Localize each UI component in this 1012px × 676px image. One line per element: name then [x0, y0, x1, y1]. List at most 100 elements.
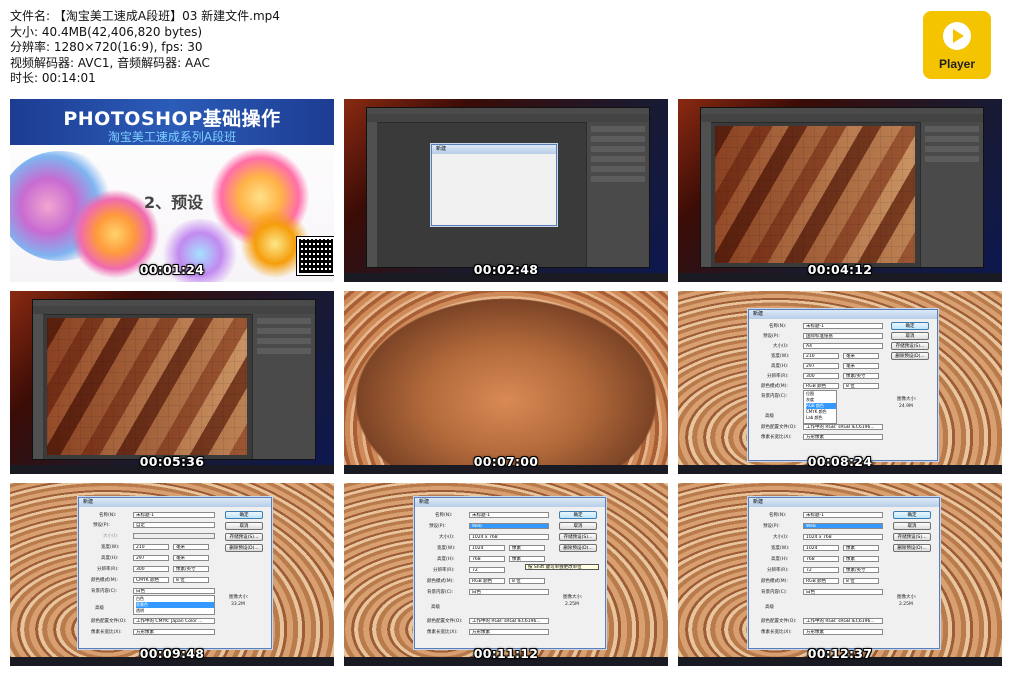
color-mode-select[interactable]: CMYK 颜色 — [133, 577, 169, 583]
cancel-button[interactable]: 取消 — [559, 522, 597, 530]
height-unit[interactable]: 毫米 — [843, 363, 879, 369]
color-mode-select[interactable]: RGB 颜色 — [469, 578, 505, 584]
background-dropdown[interactable]: 白色 背景色 透明 — [133, 595, 215, 615]
ok-button[interactable]: 确定 — [893, 511, 931, 519]
save-preset-button[interactable]: 存储预设(S)... — [559, 533, 597, 541]
size-select[interactable]: 1024 x 768 — [803, 534, 883, 540]
delete-preset-button[interactable]: 删除预设(D)... — [225, 544, 263, 552]
preset-select[interactable]: 自定 — [133, 522, 215, 528]
thumbnail-8[interactable]: 新建 名称(N): 未标题-1 预设(P): Web 大小(I): 1024 x… — [344, 483, 668, 666]
profile-select[interactable]: 工作中的 RGB: sRGB IEC6196... — [803, 618, 883, 624]
width-unit[interactable]: 像素 — [843, 545, 879, 551]
file-info: 文件名: 【淘宝美工速成A段班】03 新建文件.mp4 大小: 40.4MB(4… — [10, 9, 280, 87]
thumbnail-4[interactable]: 00:05:36 — [10, 291, 334, 474]
name-field[interactable]: 未标题-1 — [469, 512, 549, 518]
bit-depth-select[interactable]: 8 位 — [173, 577, 209, 583]
preset-select[interactable]: 国际标准纸张 — [803, 333, 883, 339]
thumbnail-5[interactable]: 00:07:00 — [344, 291, 668, 474]
name-field[interactable]: 未标题-1 — [803, 512, 883, 518]
ok-button[interactable]: 确定 — [891, 322, 929, 330]
color-mode-select[interactable]: RGB 颜色 — [803, 383, 839, 389]
resolution-field[interactable]: 72 — [469, 567, 505, 573]
resolution-field[interactable]: 72 — [803, 567, 839, 573]
width-field[interactable]: 210 — [803, 353, 839, 359]
thumbnail-7[interactable]: 新建 名称(N): 未标题-1 预设(P): 自定 大小(I): 宽度(W): … — [10, 483, 334, 666]
width-unit[interactable]: 毫米 — [173, 544, 209, 550]
height-unit[interactable]: 像素 — [843, 556, 879, 562]
advanced-toggle[interactable]: 高级 — [765, 604, 774, 610]
save-preset-button[interactable]: 存储预设(S)... — [225, 533, 263, 541]
height-field[interactable]: 768 — [469, 556, 505, 562]
save-preset-button[interactable]: 存储预设(S)... — [893, 533, 931, 541]
width-field[interactable]: 1024 — [469, 545, 505, 551]
thumbnail-1[interactable]: PHOTOSHOP基础操作 淘宝美工速成系列A段班 2、预设 00:01:24 — [10, 99, 334, 282]
aspect-label: 像素长宽比(X): — [761, 435, 792, 440]
dropdown-option[interactable]: Lab 颜色 — [806, 415, 836, 421]
aspect-select[interactable]: 方形像素 — [803, 434, 883, 440]
file-size: 大小: 40.4MB(42,406,820 bytes) — [10, 24, 203, 39]
width-unit[interactable]: 毫米 — [843, 353, 879, 359]
save-preset-button[interactable]: 存储预设(S)... — [891, 342, 929, 350]
preset-select[interactable]: Web — [469, 523, 549, 529]
advanced-toggle[interactable]: 高级 — [431, 604, 440, 610]
resolution-field[interactable]: 300 — [133, 566, 169, 572]
image-size-label: 图像大小: — [229, 595, 249, 600]
height-field[interactable]: 768 — [803, 556, 839, 562]
height-unit[interactable]: 毫米 — [173, 555, 209, 561]
resolution-unit[interactable]: 像素/英寸 — [843, 567, 879, 573]
height-unit[interactable]: 像素 — [509, 556, 545, 562]
advanced-toggle[interactable]: 高级 — [765, 413, 774, 419]
bit-depth-select[interactable]: 8 位 — [509, 578, 545, 584]
cancel-button[interactable]: 取消 — [893, 522, 931, 530]
cancel-button[interactable]: 取消 — [891, 332, 929, 340]
resolution-field[interactable]: 300 — [803, 373, 839, 379]
color-mode-select[interactable]: RGB 颜色 — [803, 578, 839, 584]
aspect-select[interactable]: 方形像素 — [469, 629, 549, 635]
background-select[interactable]: 白色 — [133, 588, 215, 594]
thumbnail-9[interactable]: 新建 名称(N): 未标题-1 预设(P): Web 大小(I): 1024 x… — [678, 483, 1002, 666]
width-field[interactable]: 210 — [133, 544, 169, 550]
name-field[interactable]: 未标题-1 — [803, 323, 883, 329]
image-size-label: 图像大小: — [897, 595, 917, 600]
resolution-unit[interactable]: 像素/英寸 — [173, 566, 209, 572]
bit-depth-select[interactable]: 8 位 — [843, 578, 879, 584]
aspect-select[interactable]: 方形像素 — [133, 629, 215, 635]
profile-select[interactable]: 工作中的 RGB: sRGB IEC6196... — [803, 424, 883, 430]
background-select[interactable]: 白色 — [469, 589, 549, 595]
dropdown-option[interactable]: 透明 — [136, 608, 214, 614]
delete-preset-button[interactable]: 删除预设(D)... — [893, 544, 931, 552]
profile-select[interactable]: 工作中的 RGB: sRGB IEC6196... — [469, 618, 549, 624]
width-label: 宽度(W): — [437, 546, 456, 551]
ok-button[interactable]: 确定 — [559, 511, 597, 519]
color-mode-label: 颜色模式(M): — [427, 579, 454, 584]
width-unit[interactable]: 像素 — [509, 545, 545, 551]
image-size-value: 24.9M — [899, 404, 913, 409]
preset-select[interactable]: Web — [803, 523, 883, 529]
cancel-button[interactable]: 取消 — [225, 522, 263, 530]
profile-select[interactable]: 工作中的 CMYK: Japan Color ... — [133, 618, 215, 624]
background-select[interactable]: 白色 — [803, 589, 883, 595]
profile-label: 颜色配置文件(O): — [761, 425, 797, 430]
bit-depth-select[interactable]: 8 位 — [843, 383, 879, 389]
advanced-toggle[interactable]: 高级 — [95, 605, 104, 611]
height-field[interactable]: 297 — [133, 555, 169, 561]
size-select[interactable]: 1024 x 768 — [469, 534, 549, 540]
aspect-select[interactable]: 方形像素 — [803, 629, 883, 635]
thumbnail-2[interactable]: 新建 00:02:48 — [344, 99, 668, 282]
delete-preset-button[interactable]: 删除预设(D)... — [559, 544, 597, 552]
delete-preset-button[interactable]: 删除预设(D)... — [891, 352, 929, 360]
thumbnail-6[interactable]: 新建 名称(N): 未标题-1 预设(P): 国际标准纸张 大小(I): A4 … — [678, 291, 1002, 474]
resolution-unit[interactable]: 像素/英寸 — [843, 373, 879, 379]
name-field[interactable]: 未标题-1 — [133, 512, 215, 518]
ok-button[interactable]: 确定 — [225, 511, 263, 519]
width-label: 宽度(W): — [771, 546, 790, 551]
profile-label: 颜色配置文件(O): — [427, 619, 463, 624]
size-select[interactable] — [133, 533, 215, 539]
size-select[interactable]: A4 — [803, 343, 883, 349]
player-logo: Player — [923, 11, 991, 79]
dialog-title: 新建 — [749, 498, 939, 507]
width-field[interactable]: 1024 — [803, 545, 839, 551]
color-mode-dropdown[interactable]: 位图 灰度 RGB 颜色 CMYK 颜色 Lab 颜色 — [803, 390, 837, 424]
height-field[interactable]: 297 — [803, 363, 839, 369]
thumbnail-3[interactable]: 00:04:12 — [678, 99, 1002, 282]
